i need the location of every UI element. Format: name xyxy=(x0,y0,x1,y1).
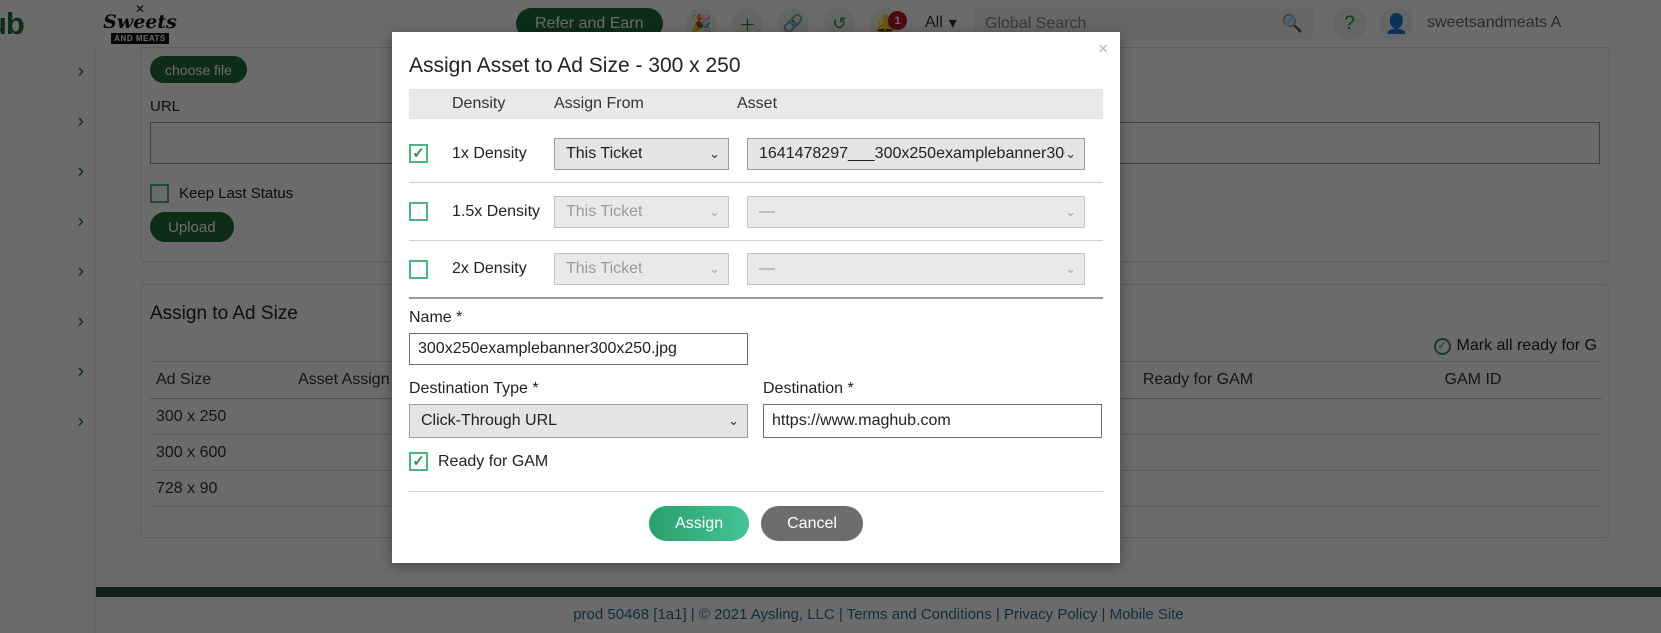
density-1x-assign-from-value: This Ticket xyxy=(566,145,642,163)
density-2x-asset-select: — ⌄ xyxy=(747,253,1085,285)
density-1-5x-label: 1.5x Density xyxy=(452,203,554,221)
density-1-5x-assign-from-select: This Ticket ⌄ xyxy=(554,196,729,228)
column-header-asset: Asset xyxy=(737,95,937,113)
density-1-5x-asset-select: — ⌄ xyxy=(747,196,1085,228)
ready-for-gam-label: Ready for GAM xyxy=(438,453,548,471)
modal-button-row: Assign Cancel xyxy=(392,506,1120,541)
density-2x-label: 2x Density xyxy=(452,260,554,278)
name-value: 300x250examplebanner300x250.jpg xyxy=(418,340,677,358)
chevron-down-icon: ⌄ xyxy=(1065,261,1076,277)
density-1x-asset-value: 1641478297___300x250examplebanner300 xyxy=(759,145,1065,163)
checkmark-icon: ✓ xyxy=(412,146,425,161)
density-1x-assign-from-select[interactable]: This Ticket ⌄ xyxy=(554,138,729,170)
density-2x-checkbox-cell xyxy=(409,260,452,279)
chevron-down-icon: ⌄ xyxy=(728,413,739,429)
density-row-1x: ✓ 1x Density This Ticket ⌄ 1641478297___… xyxy=(409,125,1103,183)
density-2x-checkbox[interactable] xyxy=(409,260,428,279)
density-2x-assign-from-cell: This Ticket ⌄ xyxy=(554,253,747,285)
name-label: Name * xyxy=(409,309,462,327)
density-1-5x-checkbox[interactable] xyxy=(409,202,428,221)
cancel-button-label: Cancel xyxy=(787,515,837,533)
density-2x-asset-cell: — ⌄ xyxy=(747,253,1103,285)
density-row-2x: 2x Density This Ticket ⌄ — ⌄ xyxy=(409,241,1103,299)
density-1-5x-asset-value: — xyxy=(759,203,775,221)
assign-button[interactable]: Assign xyxy=(649,506,749,541)
destination-type-select[interactable]: Click-Through URL ⌄ xyxy=(409,404,748,438)
destination-label: Destination * xyxy=(763,380,854,398)
destination-value: https://www.maghub.com xyxy=(772,412,951,430)
destination-type-label: Destination Type * xyxy=(409,380,539,398)
ready-for-gam-row[interactable]: ✓ Ready for GAM xyxy=(409,452,548,471)
density-1-5x-assign-from-cell: This Ticket ⌄ xyxy=(554,196,747,228)
density-2x-asset-value: — xyxy=(759,260,775,278)
name-input[interactable]: 300x250examplebanner300x250.jpg xyxy=(409,333,748,365)
destination-type-value: Click-Through URL xyxy=(421,412,557,430)
density-row-1-5x: 1.5x Density This Ticket ⌄ — ⌄ xyxy=(409,183,1103,241)
density-1x-label: 1x Density xyxy=(452,145,554,163)
density-1-5x-checkbox-cell xyxy=(409,202,452,221)
density-1-5x-asset-cell: — ⌄ xyxy=(747,196,1103,228)
density-1x-assign-from-cell: This Ticket ⌄ xyxy=(554,138,747,170)
screen: ub ✕ Sweets AND MEATS Refer and Earn 🎉 ＋… xyxy=(0,0,1661,633)
modal-divider xyxy=(409,491,1103,492)
column-header-density: Density xyxy=(409,95,554,113)
cancel-button[interactable]: Cancel xyxy=(761,506,863,541)
assign-asset-modal: × Assign Asset to Ad Size - 300 x 250 De… xyxy=(392,32,1120,563)
ready-for-gam-checkbox[interactable]: ✓ xyxy=(409,452,428,471)
density-table-header: Density Assign From Asset xyxy=(409,89,1103,119)
chevron-down-icon: ⌄ xyxy=(709,204,720,220)
chevron-down-icon: ⌄ xyxy=(1065,146,1076,162)
assign-button-label: Assign xyxy=(675,515,723,533)
density-1x-checkbox-cell: ✓ xyxy=(409,144,452,163)
column-header-assign-from: Assign From xyxy=(554,95,737,113)
density-1x-checkbox[interactable]: ✓ xyxy=(409,144,428,163)
close-icon[interactable]: × xyxy=(1098,40,1108,57)
density-1x-asset-select[interactable]: 1641478297___300x250examplebanner300 ⌄ xyxy=(747,138,1085,170)
density-2x-assign-from-select: This Ticket ⌄ xyxy=(554,253,729,285)
density-2x-assign-from-value: This Ticket xyxy=(566,260,642,278)
destination-input[interactable]: https://www.maghub.com xyxy=(763,404,1102,438)
checkmark-icon: ✓ xyxy=(412,454,425,469)
modal-title: Assign Asset to Ad Size - 300 x 250 xyxy=(409,54,741,78)
density-1-5x-assign-from-value: This Ticket xyxy=(566,203,642,221)
chevron-down-icon: ⌄ xyxy=(1065,204,1076,220)
chevron-down-icon: ⌄ xyxy=(709,146,720,162)
density-1x-asset-cell: 1641478297___300x250examplebanner300 ⌄ xyxy=(747,138,1103,170)
chevron-down-icon: ⌄ xyxy=(709,261,720,277)
